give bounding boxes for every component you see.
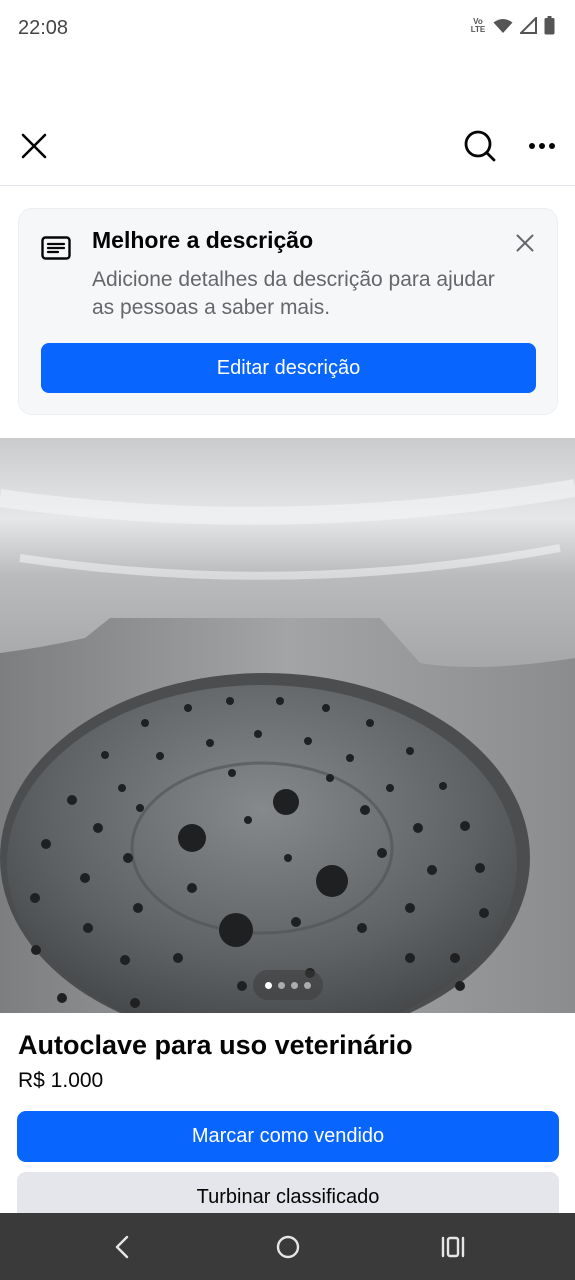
carousel-dot-active xyxy=(265,981,272,989)
product-photo[interactable] xyxy=(0,438,575,1013)
card-text: Adicione detalhes da descrição para ajud… xyxy=(92,268,495,319)
back-button[interactable] xyxy=(102,1227,142,1267)
carousel-dot xyxy=(291,981,298,989)
battery-icon xyxy=(544,16,555,35)
carousel-indicator xyxy=(253,970,323,1000)
back-icon xyxy=(115,1235,129,1259)
search-icon xyxy=(464,130,496,162)
home-icon xyxy=(276,1235,300,1259)
status-icons: Vo LTE xyxy=(470,16,555,35)
autoclave-photo-image xyxy=(0,438,575,1013)
close-button[interactable] xyxy=(12,124,56,168)
product-price: R$ 1.000 xyxy=(18,1069,104,1092)
more-button[interactable] xyxy=(520,124,564,168)
edit-description-button[interactable]: Editar descrição xyxy=(41,343,536,393)
product-title: Autoclave para uso veterinário xyxy=(18,1030,413,1060)
improve-description-card: Melhore a descrição Adicione detalhes da… xyxy=(18,208,558,415)
recents-icon xyxy=(441,1236,465,1258)
home-button[interactable] xyxy=(268,1227,308,1267)
close-icon xyxy=(516,234,534,252)
volte-icon: Vo LTE xyxy=(470,16,486,34)
card-title: Melhore a descrição xyxy=(92,227,314,253)
signal-icon xyxy=(520,17,537,34)
wifi-icon xyxy=(493,18,513,33)
document-icon xyxy=(41,236,71,260)
carousel-dot xyxy=(278,981,285,989)
recents-button[interactable] xyxy=(433,1227,473,1267)
carousel-dot xyxy=(304,981,311,989)
status-time: 22:08 xyxy=(18,17,69,39)
more-icon xyxy=(529,143,555,149)
dismiss-card-button[interactable] xyxy=(511,229,539,257)
status-bar: 22:08 Vo LTE xyxy=(0,0,575,56)
mark-as-sold-button[interactable]: Marcar como vendido xyxy=(17,1111,559,1162)
close-icon xyxy=(21,133,47,159)
system-nav-bar xyxy=(0,1213,575,1280)
search-button[interactable] xyxy=(458,124,502,168)
top-nav xyxy=(0,112,575,186)
